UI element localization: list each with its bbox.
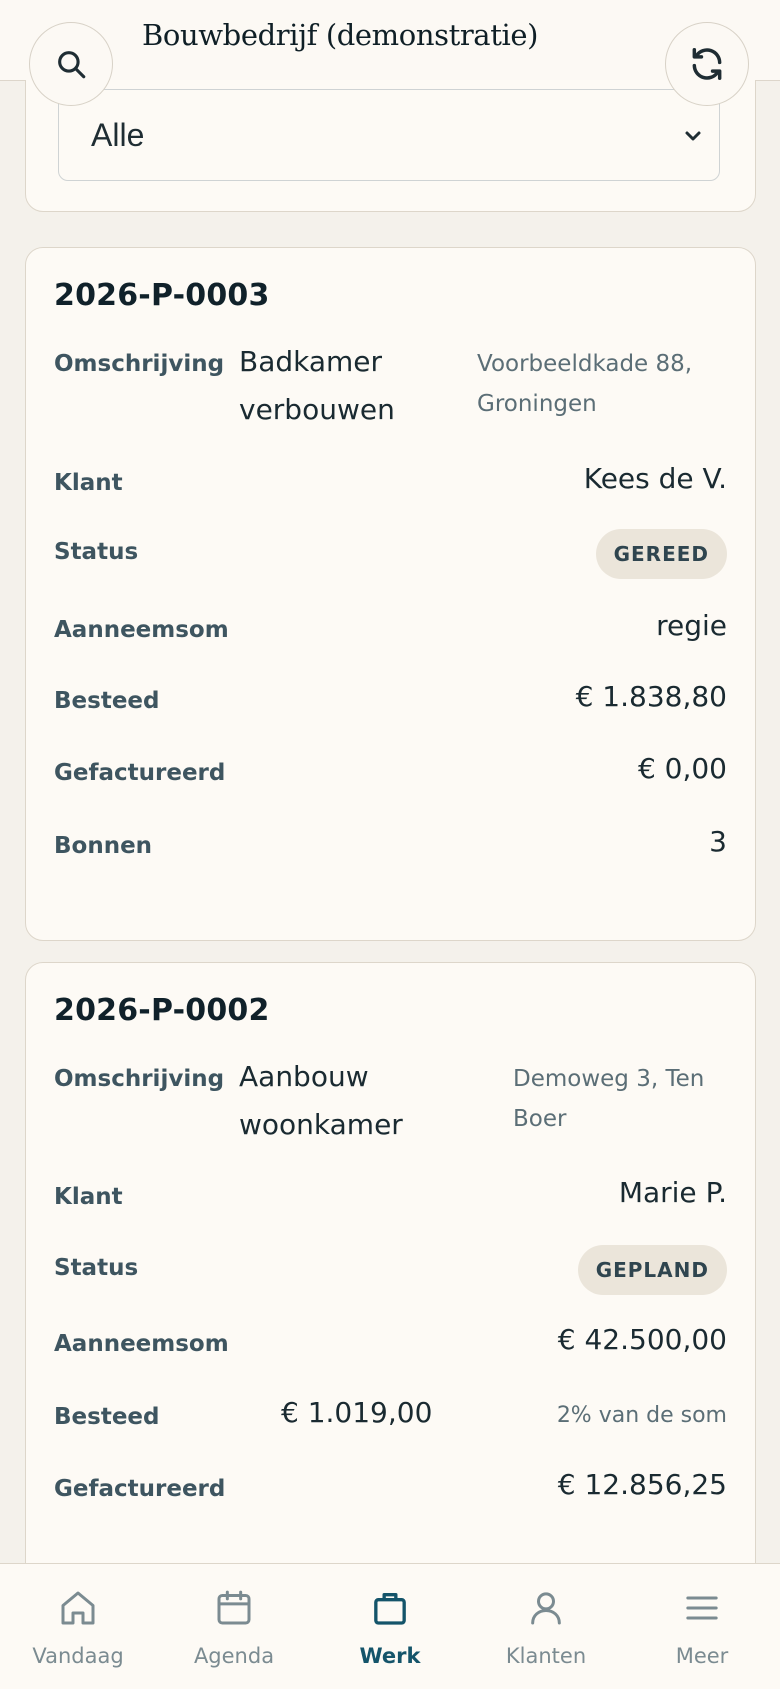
home-icon [56, 1586, 100, 1630]
search-button[interactable] [29, 22, 113, 106]
receipts-count: 3 [709, 825, 727, 858]
spent-label: Besteed [54, 688, 160, 714]
invoiced-value: € 0,00 [637, 752, 727, 785]
app-header: Bouwbedrijf (demonstratie) [0, 0, 780, 81]
receipts-label: Bonnen [54, 833, 153, 859]
chevron-down-icon [685, 131, 701, 141]
nav-item-werk[interactable]: Werk [312, 1564, 468, 1689]
calendar-icon [212, 1586, 256, 1630]
invoiced-value: € 12.856,25 [557, 1468, 727, 1501]
search-icon [58, 51, 86, 79]
spent-label: Besteed [54, 1404, 160, 1430]
project-list[interactable]: Alle 2026-P-0003 Omschrijving Badkamer v… [0, 80, 780, 1563]
nav-label: Meer [675, 1644, 729, 1668]
client-label: Klant [54, 1184, 123, 1210]
nav-label: Werk [359, 1644, 421, 1668]
description-label: Omschrijving [54, 1066, 225, 1092]
filter-card: Alle [25, 80, 756, 212]
spent-percentage-hint: 2% van de som [556, 1403, 727, 1428]
project-number: 2026-P-0002 [54, 993, 270, 1028]
person-icon [524, 1586, 568, 1630]
bottom-navigation: Vandaag Agenda Werk Klanten Meer [0, 1563, 780, 1689]
status-badge: GEPLAND [577, 1245, 727, 1295]
status-filter-select[interactable]: Alle [58, 89, 720, 181]
client-label: Klant [54, 470, 123, 496]
contract-label: Aanneemsom [54, 1331, 229, 1357]
project-number: 2026-P-0003 [54, 278, 270, 313]
contract-label: Aanneemsom [54, 617, 229, 643]
nav-label: Vandaag [32, 1644, 124, 1668]
refresh-button[interactable] [665, 22, 749, 106]
nav-label: Klanten [505, 1644, 587, 1668]
refresh-icon [692, 48, 722, 80]
contract-value: regie [656, 609, 727, 642]
nav-label: Agenda [193, 1644, 275, 1668]
nav-item-meer[interactable]: Meer [624, 1564, 780, 1689]
client-name: Marie P. [618, 1176, 727, 1209]
briefcase-icon [368, 1586, 412, 1630]
nav-item-agenda[interactable]: Agenda [156, 1564, 312, 1689]
project-card[interactable]: 2026-P-0002 Omschrijving Aanbouw woonkam… [25, 962, 756, 1563]
contract-value: € 42.500,00 [557, 1323, 727, 1356]
project-description: Aanbouw woonkamer [239, 1060, 403, 1141]
menu-icon [680, 1586, 724, 1630]
nav-item-klanten[interactable]: Klanten [468, 1564, 624, 1689]
invoiced-label: Gefactureerd [54, 760, 226, 786]
client-name: Kees de V. [583, 462, 727, 495]
status-filter-value: Alle [91, 116, 145, 153]
project-address: Demoweg 3, Ten Boer [513, 1066, 705, 1132]
spent-value: € 1.019,00 [281, 1396, 433, 1429]
nav-item-vandaag[interactable]: Vandaag [0, 1564, 156, 1689]
description-label: Omschrijving [54, 351, 225, 377]
project-address: Voorbeeldkade 88, Groningen [477, 351, 693, 417]
invoiced-label: Gefactureerd [54, 1476, 226, 1502]
status-label: Status [54, 539, 139, 565]
spent-value: € 1.838,80 [575, 680, 727, 713]
status-badge: GEREED [595, 529, 727, 579]
status-label: Status [54, 1255, 139, 1281]
app-title: Bouwbedrijf (demonstratie) [141, 18, 538, 52]
project-card[interactable]: 2026-P-0003 Omschrijving Badkamer verbou… [25, 247, 756, 941]
project-description: Badkamer verbouwen [239, 345, 395, 426]
